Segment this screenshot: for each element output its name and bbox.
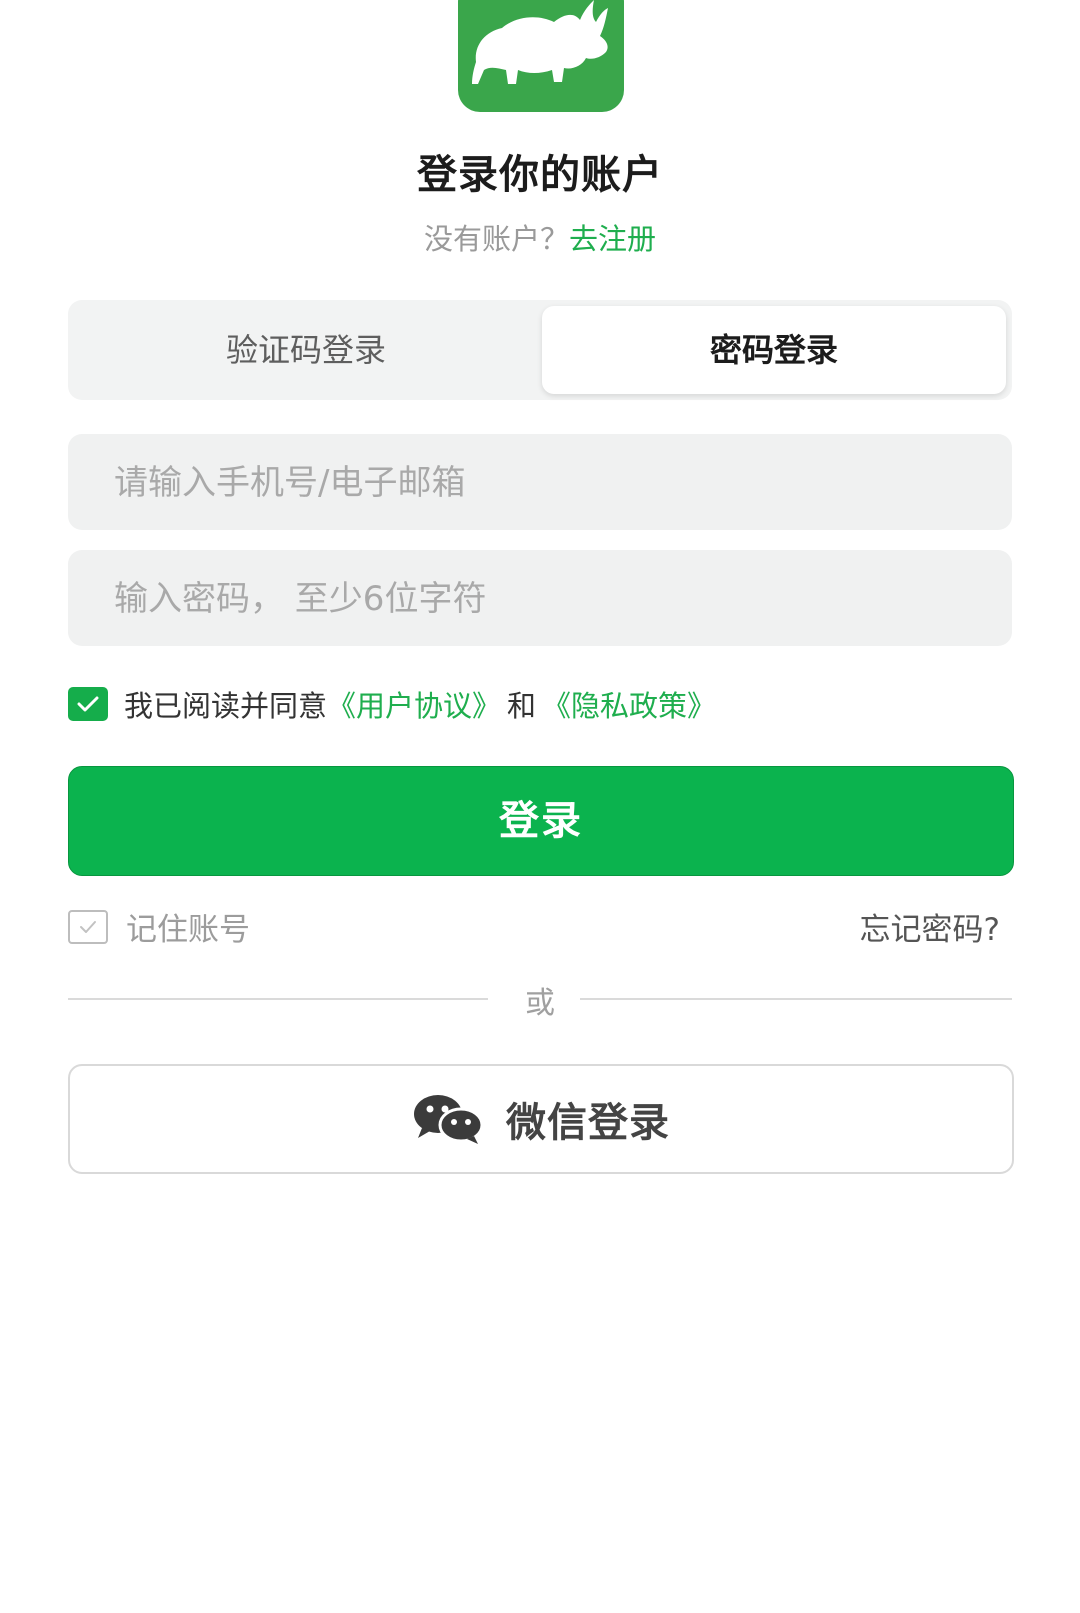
wechat-login-label: 微信登录 [506, 1100, 670, 1146]
app-logo [458, 0, 624, 112]
wechat-login-button[interactable]: 微信登录 [68, 1064, 1014, 1174]
tab-password-login[interactable]: 密码登录 [542, 306, 1006, 394]
check-icon [77, 696, 99, 712]
login-method-tabs: 验证码登录 密码登录 [68, 300, 1012, 400]
login-button[interactable]: 登录 [68, 766, 1014, 876]
register-link[interactable]: 去注册 [569, 222, 656, 256]
password-field [68, 550, 1012, 648]
agreement-text: 我已阅读并同意 [124, 689, 328, 723]
account-field [68, 434, 1012, 532]
check-icon [80, 920, 96, 933]
register-prompt: 没有账户？去注册 [0, 216, 1080, 258]
agreement-and-text: 和 [507, 689, 537, 723]
tab-code-login[interactable]: 验证码登录 [74, 306, 538, 394]
agreement-row: 我已阅读并同意 《用户协议》 和 《隐私政策》 [68, 684, 716, 724]
agreement-checkbox[interactable] [68, 687, 108, 721]
account-input[interactable] [112, 434, 976, 532]
remember-label: 记住账号 [126, 912, 250, 948]
divider-right [580, 998, 1012, 1000]
remember-checkbox[interactable] [68, 909, 108, 944]
privacy-policy-link[interactable]: 《隐私政策》 [542, 683, 716, 725]
wechat-icon [414, 1095, 484, 1144]
user-agreement-link[interactable]: 《用户协议》 [327, 683, 501, 725]
page-title: 登录你的账户 [417, 152, 663, 198]
password-input[interactable] [112, 550, 976, 648]
divider-or-text: 或 [525, 986, 555, 1021]
remember-account[interactable]: 记住账号 [68, 904, 250, 949]
no-account-text: 没有账户？ [423, 222, 569, 256]
forgot-password-link[interactable]: 忘记密码? [860, 904, 1000, 949]
rhino-logo-icon [472, 0, 608, 84]
